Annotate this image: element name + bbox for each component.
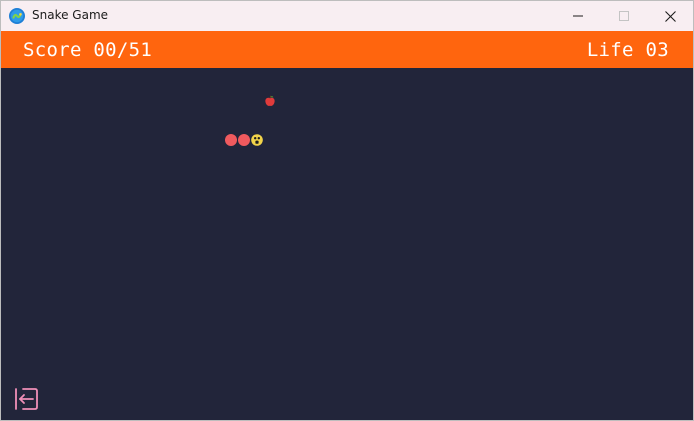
window-title: Snake Game xyxy=(32,8,109,22)
close-icon xyxy=(664,10,676,22)
exit-button[interactable] xyxy=(13,386,39,412)
score-bar: Score 00/51 Life 03 xyxy=(1,31,693,68)
close-button[interactable] xyxy=(647,1,693,31)
score-label: Score 00/51 xyxy=(23,39,153,61)
life-label: Life 03 xyxy=(586,39,669,61)
game-field[interactable] xyxy=(1,68,693,420)
title-bar: Snake Game xyxy=(1,1,693,31)
apple-icon xyxy=(265,95,275,106)
exit-icon xyxy=(15,388,38,410)
snake-body-segment xyxy=(238,134,250,146)
snake-body-segment xyxy=(225,134,237,146)
snake-head xyxy=(251,134,263,146)
maximize-button[interactable] xyxy=(601,1,647,31)
minimize-icon xyxy=(573,15,583,17)
snake-app-icon xyxy=(9,8,25,24)
maximize-icon xyxy=(619,11,629,21)
minimize-button[interactable] xyxy=(555,1,601,31)
game-window: Snake Game Score 00/51 Life 03 xyxy=(0,0,694,421)
